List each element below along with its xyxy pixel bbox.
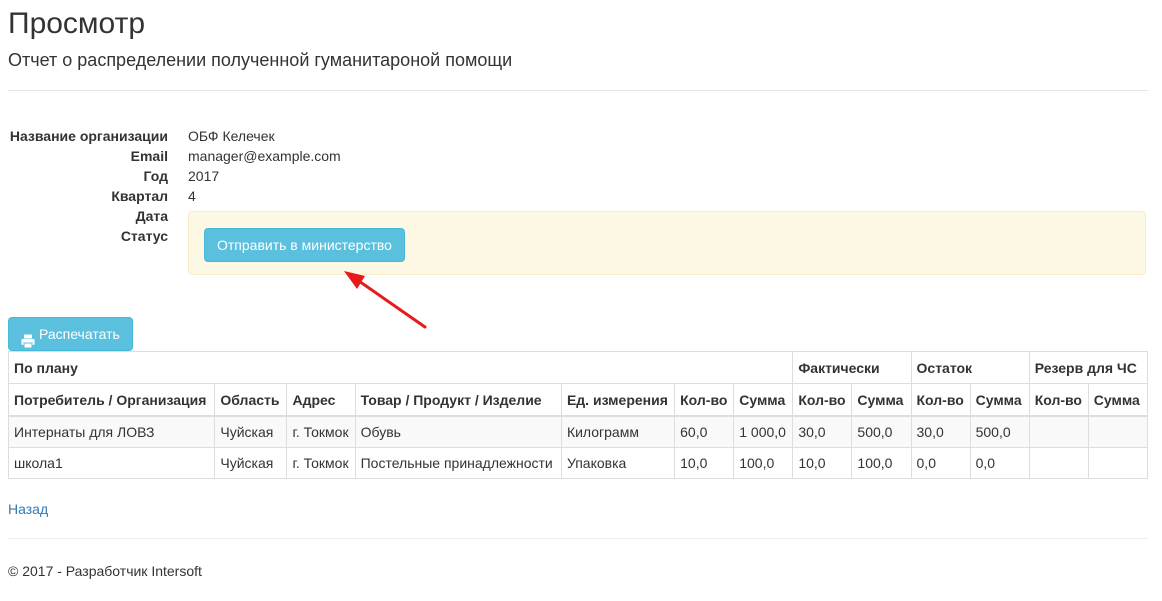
group-header-actual: Фактически (792, 351, 912, 384)
column-header: Кол-во (1028, 383, 1089, 417)
table-cell: Килограмм (560, 415, 676, 448)
group-header-remainder: Остаток (910, 351, 1030, 384)
table-row: школа1 Чуйская г. Токмок Постельные прин… (7, 447, 1149, 479)
print-button[interactable]: Распечатать (8, 317, 133, 351)
detail-year: Год 2017 (8, 166, 1148, 186)
column-header: Сумма (1087, 383, 1149, 417)
table-cell: 10,0 (674, 447, 735, 479)
column-header: Область (214, 383, 288, 417)
detail-label: Email (130, 148, 168, 164)
table-cell: Обувь (354, 415, 562, 448)
column-header: Кол-во (674, 383, 735, 417)
column-header: Потребитель / Организация (7, 383, 216, 417)
table-cell: г. Токмок (286, 415, 356, 448)
table-cell: 100,0 (851, 447, 912, 479)
table-cell (1028, 447, 1089, 479)
detail-value: manager@example.com (188, 148, 341, 164)
distribution-table: По плану Фактически Остаток Резерв для Ч… (7, 351, 1149, 479)
printer-icon (21, 327, 35, 349)
detail-value: 2017 (188, 168, 220, 184)
detail-label: Статус (120, 228, 168, 244)
column-header: Кол-во (910, 383, 971, 417)
table-cell: 500,0 (969, 415, 1030, 448)
page-subtitle: Отчет о распределении полученной гуманит… (8, 50, 513, 70)
table-cell (1028, 415, 1089, 448)
table-cell: 0,0 (910, 447, 971, 479)
group-header-plan: По плану (7, 351, 794, 384)
detail-value: ОБФ Келечек (188, 128, 275, 144)
table-cell: 30,0 (910, 415, 971, 448)
table-cell: 30,0 (792, 415, 853, 448)
column-header: Товар / Продукт / Изделие (354, 383, 562, 417)
group-header-reserve: Резерв для ЧС (1028, 351, 1149, 384)
table-cell: 500,0 (851, 415, 912, 448)
detail-email: Email manager@example.com (8, 146, 1148, 166)
detail-value: 4 (188, 188, 196, 204)
table-cell: 60,0 (674, 415, 735, 448)
table-cell: школа1 (7, 447, 216, 479)
table-cell: 100,0 (733, 447, 794, 479)
table-cell: 1 000,0 (733, 415, 794, 448)
footer-divider (8, 538, 1148, 539)
table-cell: 0,0 (969, 447, 1030, 479)
column-header: Сумма (969, 383, 1030, 417)
table-cell (1087, 447, 1149, 479)
table-row: Интернаты для ЛОВЗ Чуйская г. Токмок Обу… (7, 415, 1149, 448)
divider (8, 90, 1148, 91)
column-header: Сумма (733, 383, 794, 417)
column-header: Ед. измерения (560, 383, 676, 417)
detail-label: Дата (135, 208, 168, 224)
table-cell: Упаковка (560, 447, 676, 479)
send-to-ministry-button[interactable]: Отправить в министерство (204, 228, 405, 262)
table-group-header-row: По плану Фактически Остаток Резерв для Ч… (7, 351, 1149, 384)
table-cell: Чуйская (214, 447, 288, 479)
table-cell: г. Токмок (286, 447, 356, 479)
table-cell: Чуйская (214, 415, 288, 448)
table-header-row: Потребитель / Организация Область Адрес … (7, 383, 1149, 417)
column-header: Адрес (286, 383, 356, 417)
table-cell: 10,0 (792, 447, 853, 479)
table-cell: Интернаты для ЛОВЗ (7, 415, 216, 448)
page-title: Просмотр (8, 7, 146, 40)
detail-label: Квартал (111, 188, 168, 204)
detail-quarter: Квартал 4 (8, 186, 1148, 206)
back-link[interactable]: Назад (8, 499, 48, 519)
detail-label: Название организации (9, 128, 168, 144)
detail-label: Год (143, 168, 169, 184)
table-cell (1087, 415, 1149, 448)
table-cell: Постельные принадлежности (354, 447, 562, 479)
column-header: Сумма (851, 383, 912, 417)
footer-text: © 2017 - Разработчик Intersoft (8, 563, 202, 579)
status-panel: Отправить в министерство (188, 211, 1146, 275)
detail-organization: Название организации ОБФ Келечек (8, 126, 1148, 146)
column-header: Кол-во (792, 383, 853, 417)
print-button-label: Распечатать (39, 326, 120, 342)
